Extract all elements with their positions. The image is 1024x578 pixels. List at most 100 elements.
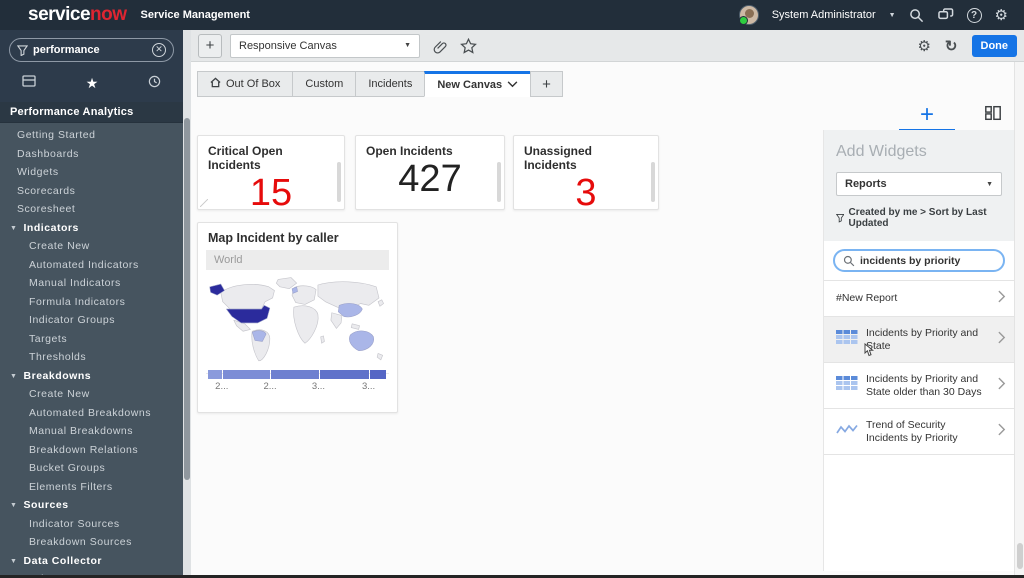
nav-item-automated-indicators[interactable]: Automated Indicators — [0, 256, 183, 275]
legend-segment — [369, 370, 386, 379]
dashboard-settings-icon[interactable]: ⚙ — [917, 37, 930, 55]
nav-item-manual-indicators[interactable]: Manual Indicators — [0, 274, 183, 293]
nav-item-indicator-groups[interactable]: Indicator Groups — [0, 311, 183, 330]
search-icon[interactable] — [909, 7, 925, 23]
scorecard-scrollbar[interactable] — [497, 162, 501, 202]
nav-item-thresholds[interactable]: Thresholds — [0, 348, 183, 367]
resize-handle-icon[interactable] — [200, 199, 208, 207]
tab-custom[interactable]: Custom — [292, 71, 357, 97]
select-caret-icon: ▼ — [404, 42, 411, 49]
user-caret-icon[interactable]: ▼ — [889, 12, 896, 19]
add-widgets-tab[interactable]: + — [898, 103, 956, 132]
filter-funnel-icon — [836, 214, 845, 223]
help-icon[interactable]: ? — [966, 7, 982, 23]
panel-title: Add Widgets — [836, 143, 927, 160]
nav-item-widgets[interactable]: Widgets — [0, 163, 183, 182]
nav-item-indicator-sources[interactable]: Indicator Sources — [0, 515, 183, 534]
widget-type-select[interactable]: Reports ▼ — [836, 172, 1002, 196]
nav-item-automated-breakdowns[interactable]: Automated Breakdowns — [0, 404, 183, 423]
nav-item-dashboards[interactable]: Dashboards — [0, 145, 183, 164]
nav-item-create-new[interactable]: Create New — [0, 237, 183, 256]
servicenow-app: servicenow Service Management System Adm… — [0, 0, 1024, 578]
nav-section-indicators[interactable]: ▼ Indicators — [0, 219, 183, 238]
chevron-right-icon — [998, 423, 1006, 441]
nav-item-targets[interactable]: Targets — [0, 330, 183, 349]
chevron-right-icon — [998, 331, 1006, 349]
tab-incidents[interactable]: Incidents — [355, 71, 426, 97]
legend-segment — [270, 370, 320, 379]
scorecard-value: 3 — [575, 172, 597, 214]
nav-section-sources[interactable]: ▼ Sources — [0, 496, 183, 515]
canvas-select[interactable]: Responsive Canvas ▼ — [230, 33, 420, 58]
all-applications-icon[interactable] — [22, 75, 36, 92]
collapse-triangle-icon: ▼ — [10, 557, 18, 565]
nav-item-formula-indicators[interactable]: Formula Indicators — [0, 293, 183, 312]
collapse-triangle-icon: ▼ — [10, 224, 18, 232]
report-row-incidents-by-priority-and-state[interactable]: Incidents by Priority and State — [824, 316, 1014, 362]
report-row-trend-security-incidents[interactable]: Trend of Security Incidents by Priority — [824, 408, 1014, 454]
add-dashboard-button[interactable]: + — [198, 33, 222, 58]
nav-section-performance-analytics[interactable]: Performance Analytics — [0, 102, 183, 123]
world-map[interactable] — [206, 273, 389, 371]
favorite-star-icon[interactable] — [460, 37, 477, 54]
map-region-australia — [349, 330, 374, 351]
navigator-filter-input[interactable] — [28, 44, 152, 56]
page-scrollbar[interactable] — [1014, 62, 1024, 575]
avatar[interactable] — [738, 5, 759, 25]
tab-new-canvas[interactable]: New Canvas — [424, 71, 532, 97]
line-chart-icon — [836, 422, 866, 442]
legend-label: 2... — [263, 381, 277, 392]
map-region-china — [337, 303, 363, 318]
user-menu[interactable]: System Administrator — [772, 9, 876, 21]
map-widget[interactable]: Map Incident by caller World 2... 2... 3… — [197, 222, 398, 413]
report-row-incidents-older-30-days[interactable]: Incidents by Priority and State older th… — [824, 362, 1014, 408]
nav-section-breakdowns[interactable]: ▼ Breakdowns — [0, 367, 183, 386]
scorecard-unassigned-incidents[interactable]: Unassigned Incidents 3 — [513, 135, 659, 214]
map-scope-button[interactable]: World — [206, 250, 389, 270]
link-icon[interactable] — [432, 38, 448, 54]
history-clock-icon[interactable] — [148, 75, 161, 92]
scorecard-open-incidents[interactable]: Open Incidents 427 — [355, 135, 505, 210]
nav-item-bucket-groups[interactable]: Bucket Groups — [0, 459, 183, 478]
scorecard-critical-open-incidents[interactable]: Critical Open Incidents 15 — [197, 135, 345, 214]
collapse-triangle-icon: ▼ — [10, 372, 18, 380]
nav-item-manual-breakdowns[interactable]: Manual Breakdowns — [0, 422, 183, 441]
nav-section-data-collector[interactable]: ▼ Data Collector — [0, 552, 183, 571]
sidebar-scrollbar-thumb[interactable] — [184, 118, 190, 480]
banner-right-cluster: System Administrator ▼ ? ⚙ — [738, 5, 1024, 25]
widget-search-input[interactable] — [855, 254, 995, 267]
servicenow-logo[interactable]: servicenow — [28, 0, 127, 30]
add-tab-button[interactable]: + — [530, 71, 563, 97]
nav-item-getting-started[interactable]: Getting Started — [0, 126, 183, 145]
dashboard-toolbar: + Responsive Canvas ▼ ⚙ ↻ Done — [191, 30, 1024, 62]
select-caret-icon: ▼ — [986, 180, 993, 188]
settings-icon[interactable]: ⚙ — [995, 8, 1008, 23]
scorecard-value: 427 — [398, 158, 462, 200]
done-button[interactable]: Done — [971, 34, 1017, 57]
nav-item-breakdown-sources[interactable]: Breakdown Sources — [0, 533, 183, 552]
sort-filter-row[interactable]: Created by me > Sort by Last Updated — [836, 207, 1002, 229]
navigator-filter[interactable]: ✕ — [9, 38, 174, 62]
clear-filter-icon[interactable]: ✕ — [152, 43, 166, 57]
report-row-new-report[interactable]: #New Report — [824, 280, 1014, 316]
nav-item-scorecards[interactable]: Scorecards — [0, 182, 183, 201]
scorecard-scrollbar[interactable] — [651, 162, 655, 202]
nav-item-breakdown-relations[interactable]: Breakdown Relations — [0, 441, 183, 460]
tab-out-of-box[interactable]: Out Of Box — [197, 71, 294, 97]
sidebar-scrollbar[interactable] — [183, 30, 191, 578]
nav-item-elements-filters[interactable]: Elements Filters — [0, 478, 183, 497]
scorecard-value: 15 — [249, 172, 293, 214]
legend-segment — [223, 370, 270, 379]
refresh-icon[interactable]: ↻ — [945, 37, 958, 55]
page-scrollbar-thumb[interactable] — [1017, 543, 1023, 569]
app-navigator-sidebar: ✕ ★ Performance Analytics Getting Starte… — [0, 30, 183, 578]
layout-tab-icon[interactable] — [984, 104, 1002, 127]
legend-label: 3... — [361, 381, 376, 392]
chat-icon[interactable] — [937, 7, 954, 23]
tab-chevron-down-icon[interactable] — [507, 79, 518, 91]
nav-item-create-new-breakdown[interactable]: Create New — [0, 385, 183, 404]
widget-search[interactable] — [833, 249, 1005, 272]
nav-item-scoresheet[interactable]: Scoresheet — [0, 200, 183, 219]
scorecard-scrollbar[interactable] — [337, 162, 341, 202]
favorites-star-icon[interactable]: ★ — [86, 75, 99, 92]
